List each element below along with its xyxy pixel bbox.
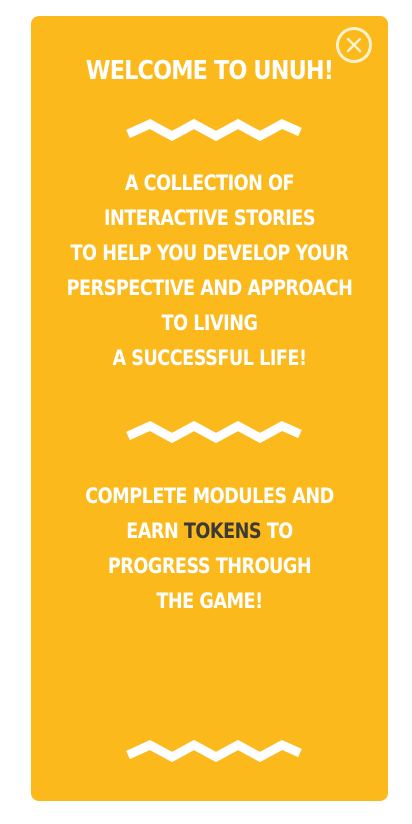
screen: WELCOME TO UNUH! A COLLECTION OF INTERAC…	[0, 0, 412, 824]
progress-line: PROGRESS THROUGH	[107, 554, 312, 578]
intro-line: INTERACTIVE STORIES	[103, 206, 316, 230]
intro-line: A COLLECTION OF	[124, 171, 295, 195]
intro-line: PERSPECTIVE AND APPROACH	[66, 276, 353, 300]
tokens-highlight: TOKENS	[183, 519, 262, 543]
close-icon	[346, 37, 362, 53]
intro-line: A SUCCESSFUL LIFE!	[112, 346, 307, 370]
progress-text-after: TO	[261, 519, 294, 543]
progress-line: COMPLETE MODULES AND	[85, 484, 334, 508]
intro-text: A COLLECTION OF INTERACTIVE STORIES TO H…	[31, 166, 388, 376]
zigzag-divider-icon	[126, 420, 302, 444]
modal-title: WELCOME TO UNUH!	[85, 56, 334, 86]
progress-line: THE GAME!	[156, 589, 263, 613]
progress-text: COMPLETE MODULES AND EARN TOKENS TO PROG…	[31, 479, 388, 619]
intro-line: TO LIVING	[161, 311, 258, 335]
progress-line: EARN TOKENS TO	[60, 514, 360, 549]
intro-line: TO HELP YOU DEVELOP YOUR	[70, 241, 349, 265]
progress-text-before: EARN	[126, 519, 184, 543]
zigzag-divider-icon	[126, 118, 302, 142]
zigzag-divider-icon	[126, 739, 302, 763]
